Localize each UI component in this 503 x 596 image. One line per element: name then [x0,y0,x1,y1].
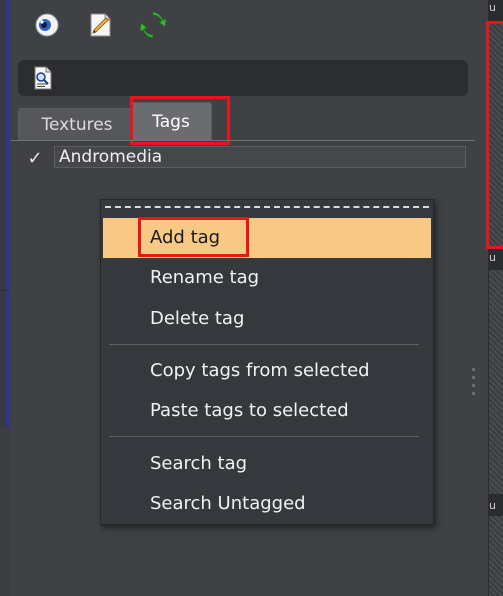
tab-tags-label: Tags [152,112,190,132]
menu-separator [109,436,419,437]
tag-name[interactable]: Andromedia [54,146,466,168]
menu-item-delete-tag[interactable]: Delete tag [103,299,431,339]
tag-list-item[interactable]: ✓ Andromedia [24,146,468,170]
menu-item-rename-tag[interactable]: Rename tag [103,258,431,298]
menu-separator [109,344,419,345]
menu-item-paste-tags[interactable]: Paste tags to selected [103,391,431,431]
search-bar[interactable] [18,60,468,96]
menu-item-add-tag[interactable]: Add tag [103,218,431,258]
refresh-icon[interactable] [138,10,168,40]
tab-divider [10,140,475,141]
left-viewport-edge [0,0,9,428]
tab-bar: Textures Tags [10,100,475,142]
tab-textures[interactable]: Textures [18,108,136,141]
thumbnail-label: u [489,251,496,264]
texture-thumbnail[interactable] [489,516,503,596]
thumbnail-label: u [489,1,496,14]
thumbnail-label: u [489,499,496,512]
menu-tearoff-line[interactable] [105,206,429,208]
menu-item-search-tag[interactable]: Search tag [103,444,431,484]
tab-tags[interactable]: Tags [130,102,212,141]
splitter-grip-dot [472,384,475,387]
splitter-grip-dot [472,376,475,379]
tab-textures-label: Textures [41,115,113,135]
texture-thumbnail[interactable] [489,270,503,494]
splitter-grip-dot [472,368,475,371]
tag-checkbox[interactable]: ✓ [24,146,46,170]
toolbar [10,0,475,52]
texture-thumbnail[interactable] [489,24,503,246]
document-search-icon[interactable] [32,66,54,94]
texture-browser-panel: Textures Tags ✓ Andromedia Add tag Renam… [10,0,475,596]
edit-document-icon[interactable] [86,10,116,40]
menu-item-search-untagged[interactable]: Search Untagged [103,484,431,524]
tag-context-menu: Add tag Rename tag Delete tag Copy tags … [100,199,434,525]
panel-splitter[interactable] [475,0,488,596]
menu-item-copy-tags[interactable]: Copy tags from selected [103,351,431,391]
splitter-grip-dot [472,392,475,395]
eye-icon[interactable] [32,10,62,40]
